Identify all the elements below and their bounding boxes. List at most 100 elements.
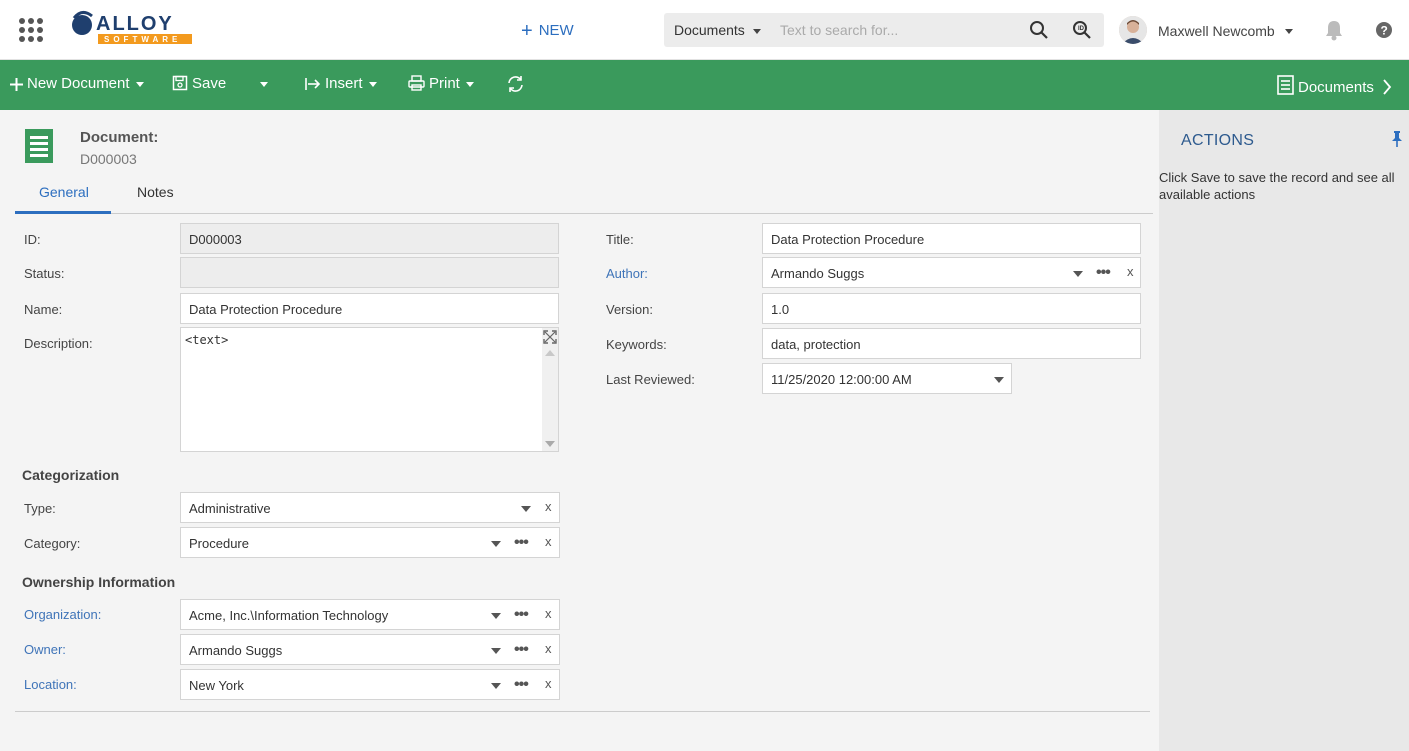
tab-general[interactable]: General (39, 184, 89, 200)
last-reviewed-datepicker[interactable]: 11/25/2020 12:00:00 AM (762, 363, 1012, 394)
chevron-down-icon[interactable] (1073, 271, 1083, 277)
chevron-down-icon[interactable] (491, 648, 501, 654)
scroll-down-icon[interactable] (545, 441, 555, 447)
author-link[interactable]: Author: (606, 266, 648, 281)
more-options-icon[interactable]: ••• (514, 534, 529, 552)
print-button[interactable]: Print (408, 75, 474, 92)
printer-icon (408, 75, 425, 91)
chevron-down-icon[interactable] (491, 613, 501, 619)
name-label: Name: (24, 302, 63, 317)
plus-icon: + (521, 20, 533, 42)
title-label: Title: (606, 232, 634, 247)
svg-text:ID: ID (1078, 26, 1085, 32)
actions-message: Click Save to save the record and see al… (1159, 170, 1395, 202)
expand-icon[interactable] (543, 330, 557, 344)
chevron-down-icon[interactable] (491, 683, 501, 689)
command-toolbar: New Document Save Insert Print Documents (0, 60, 1409, 110)
svg-text:?: ? (1381, 24, 1388, 38)
record-form: Document: D000003 General Notes ID: D000… (0, 110, 1159, 751)
documents-nav-button[interactable]: Documents (1277, 75, 1396, 96)
document-icon (25, 129, 53, 163)
id-search-icon[interactable]: ID (1072, 20, 1092, 40)
insert-button[interactable]: Insert (305, 75, 377, 92)
form-divider (15, 711, 1150, 712)
categorization-heading: Categorization (22, 467, 120, 483)
clear-icon[interactable]: x (545, 676, 552, 691)
pin-icon[interactable] (1391, 131, 1403, 147)
plus-icon (10, 78, 23, 91)
last-reviewed-label: Last Reviewed: (606, 372, 695, 387)
keywords-label: Keywords: (606, 337, 667, 352)
organization-dropdown[interactable]: Acme, Inc.\Information Technology ••• x (180, 599, 560, 630)
clear-icon[interactable]: x (545, 641, 552, 656)
tab-notes[interactable]: Notes (137, 184, 174, 200)
avatar (1119, 16, 1147, 44)
name-field[interactable]: Data Protection Procedure (180, 293, 559, 324)
active-tab-indicator (15, 211, 111, 214)
refresh-icon (508, 76, 523, 92)
version-field[interactable]: 1.0 (762, 293, 1141, 324)
more-options-icon[interactable]: ••• (1096, 264, 1111, 282)
clear-icon[interactable]: x (545, 534, 552, 549)
owner-dropdown[interactable]: Armando Suggs ••• x (180, 634, 560, 665)
new-document-button[interactable]: New Document (10, 75, 144, 92)
search-input[interactable] (774, 16, 1024, 44)
title-field[interactable]: Data Protection Procedure (762, 223, 1141, 254)
chevron-down-icon[interactable] (994, 377, 1004, 383)
chevron-down-icon (135, 81, 144, 87)
more-options-icon[interactable]: ••• (514, 641, 529, 659)
id-label: ID: (24, 232, 41, 247)
help-icon[interactable]: ? (1375, 21, 1393, 39)
type-label: Type: (24, 501, 56, 516)
location-link[interactable]: Location: (24, 677, 77, 692)
location-dropdown[interactable]: New York ••• x (180, 669, 560, 700)
ownership-heading: Ownership Information (22, 574, 176, 590)
save-button[interactable]: Save (172, 75, 226, 92)
id-field: D000003 (180, 223, 559, 254)
description-label: Description: (24, 336, 93, 351)
search-scope-dropdown[interactable]: Documents (674, 22, 761, 38)
clear-icon[interactable]: x (545, 499, 552, 514)
svg-text:SOFTWARE: SOFTWARE (104, 35, 181, 44)
document-list-icon (1277, 75, 1294, 95)
app-launcher-icon[interactable] (19, 18, 45, 42)
chevron-right-icon (1383, 79, 1392, 95)
bell-icon[interactable] (1324, 19, 1344, 41)
description-textarea[interactable]: <text> (180, 327, 559, 452)
category-dropdown[interactable]: Procedure ••• x (180, 527, 560, 558)
more-options-icon[interactable]: ••• (514, 676, 529, 694)
owner-link[interactable]: Owner: (24, 642, 66, 657)
record-tabs: General Notes (15, 176, 1153, 214)
more-options-icon[interactable]: ••• (514, 606, 529, 624)
chevron-down-icon (368, 81, 377, 87)
new-button[interactable]: + NEW (521, 20, 574, 43)
actions-panel: ACTIONS Click Save to save the record an… (1159, 110, 1409, 751)
clear-icon[interactable]: x (1127, 264, 1134, 279)
version-label: Version: (606, 302, 653, 317)
chevron-down-icon[interactable] (521, 506, 531, 512)
refresh-button[interactable] (506, 75, 529, 94)
status-field (180, 257, 559, 288)
type-dropdown[interactable]: Administrative x (180, 492, 560, 523)
record-type-label: Document: (80, 129, 159, 146)
chevron-down-icon (260, 81, 268, 87)
record-id: D000003 (80, 151, 137, 167)
chevron-down-icon (752, 28, 761, 34)
status-label: Status: (24, 266, 65, 281)
alloy-software-logo[interactable]: ALLOY SOFTWARE (70, 8, 194, 48)
category-label: Category: (24, 536, 81, 551)
keywords-field[interactable]: data, protection (762, 328, 1141, 359)
search-icon[interactable] (1029, 20, 1049, 40)
save-icon (172, 75, 188, 91)
chevron-down-icon (1285, 29, 1293, 34)
textarea-scrollbar[interactable] (542, 328, 558, 451)
actions-title: ACTIONS (1181, 132, 1255, 149)
save-options-dropdown[interactable] (254, 75, 268, 92)
author-dropdown[interactable]: Armando Suggs ••• x (762, 257, 1141, 288)
organization-link[interactable]: Organization: (24, 607, 101, 622)
scroll-up-icon[interactable] (545, 350, 555, 356)
chevron-down-icon (465, 81, 474, 87)
top-bar: ALLOY SOFTWARE +NEW Documents ID Maxwell… (0, 0, 1409, 60)
clear-icon[interactable]: x (545, 606, 552, 621)
chevron-down-icon[interactable] (491, 541, 501, 547)
